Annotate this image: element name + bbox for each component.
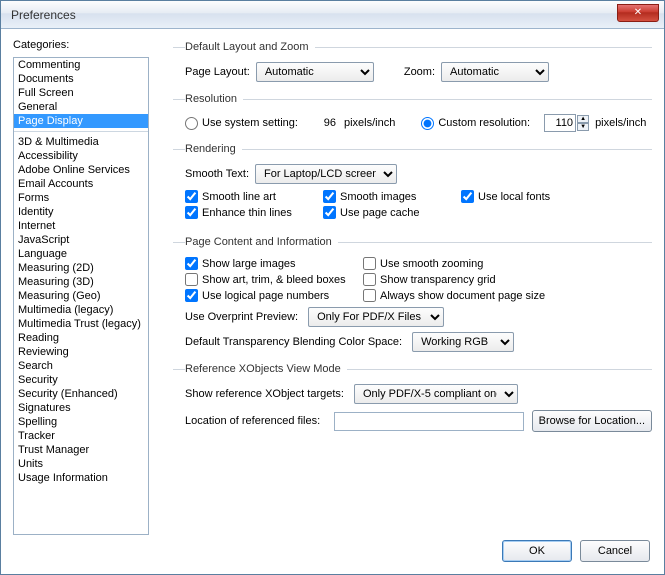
category-item[interactable]: Language — [14, 247, 148, 261]
category-item[interactable]: Multimedia Trust (legacy) — [14, 317, 148, 331]
category-item[interactable]: Reviewing — [14, 345, 148, 359]
zoom-select[interactable]: Automatic — [441, 62, 549, 82]
group-rendering-legend: Rendering — [185, 143, 242, 155]
custom-resolution-input[interactable] — [544, 114, 576, 132]
category-item[interactable]: General — [14, 100, 148, 114]
category-item[interactable]: Page Display — [14, 114, 148, 128]
smooth-text-label: Smooth Text: — [185, 168, 249, 180]
custom-resolution-stepper[interactable]: ▲▼ — [577, 115, 589, 131]
use-logical-page-numbers-checkbox[interactable]: Use logical page numbers — [185, 289, 345, 302]
category-item[interactable]: Security (Enhanced) — [14, 387, 148, 401]
categories-label: Categories: — [13, 39, 149, 51]
category-item[interactable]: Signatures — [14, 401, 148, 415]
category-item[interactable]: Documents — [14, 72, 148, 86]
category-item[interactable]: Measuring (3D) — [14, 275, 148, 289]
smooth-text-select[interactable]: For Laptop/LCD screens — [255, 164, 397, 184]
category-item[interactable]: Reading — [14, 331, 148, 345]
category-item[interactable]: Trust Manager — [14, 443, 148, 457]
category-item[interactable]: Spelling — [14, 415, 148, 429]
category-item[interactable]: Forms — [14, 191, 148, 205]
category-item[interactable]: Measuring (Geo) — [14, 289, 148, 303]
category-item[interactable]: Multimedia (legacy) — [14, 303, 148, 317]
category-item[interactable]: Full Screen — [14, 86, 148, 100]
page-layout-select[interactable]: Automatic — [256, 62, 374, 82]
category-item[interactable]: Commenting — [14, 58, 148, 72]
system-dpi-unit: pixels/inch — [344, 117, 395, 129]
group-resolution: Resolution Use system setting: 96 pixels… — [173, 93, 652, 135]
categories-listbox[interactable]: CommentingDocumentsFull ScreenGeneralPag… — [13, 57, 149, 535]
category-item[interactable]: Measuring (2D) — [14, 261, 148, 275]
category-item[interactable]: Tracker — [14, 429, 148, 443]
category-item[interactable]: Email Accounts — [14, 177, 148, 191]
ref-location-input[interactable] — [334, 412, 523, 431]
blend-space-select[interactable]: Working RGB — [412, 332, 514, 352]
category-item[interactable]: Units — [14, 457, 148, 471]
use-page-cache-checkbox[interactable]: Use page cache — [323, 206, 420, 219]
group-ref-xobjects: Reference XObjects View Mode Show refere… — [173, 363, 652, 435]
overprint-preview-label: Use Overprint Preview: — [185, 311, 298, 323]
show-ref-xobject-label: Show reference XObject targets: — [185, 388, 344, 400]
browse-location-button[interactable]: Browse for Location... — [532, 410, 652, 432]
page-layout-label: Page Layout: — [185, 66, 250, 78]
category-item[interactable]: Security — [14, 373, 148, 387]
enhance-thin-lines-checkbox[interactable]: Enhance thin lines — [185, 206, 305, 219]
category-item[interactable]: Internet — [14, 219, 148, 233]
zoom-label: Zoom: — [404, 66, 435, 78]
category-item[interactable]: Search — [14, 359, 148, 373]
use-system-setting-radio[interactable]: Use system setting: — [185, 117, 298, 130]
overprint-preview-select[interactable]: Only For PDF/X Files — [308, 307, 444, 327]
close-button[interactable]: ✕ — [617, 4, 659, 22]
group-layout-zoom-legend: Default Layout and Zoom — [185, 41, 315, 53]
cancel-button[interactable]: Cancel — [580, 540, 650, 562]
ref-location-label: Location of referenced files: — [185, 415, 320, 427]
show-ref-xobject-select[interactable]: Only PDF/X-5 compliant ones — [354, 384, 518, 404]
category-item[interactable]: Identity — [14, 205, 148, 219]
category-item[interactable]: 3D & Multimedia — [14, 135, 148, 149]
group-rendering: Rendering Smooth Text: For Laptop/LCD sc… — [173, 143, 652, 222]
group-ref-xobjects-legend: Reference XObjects View Mode — [185, 363, 347, 375]
category-item[interactable]: JavaScript — [14, 233, 148, 247]
category-item[interactable]: Usage Information — [14, 471, 148, 485]
custom-resolution-radio[interactable]: Custom resolution: — [421, 117, 530, 130]
show-large-images-checkbox[interactable]: Show large images — [185, 257, 345, 270]
always-show-doc-size-checkbox[interactable]: Always show document page size — [363, 289, 545, 302]
ok-button[interactable]: OK — [502, 540, 572, 562]
use-smooth-zooming-checkbox[interactable]: Use smooth zooming — [363, 257, 483, 270]
blend-space-label: Default Transparency Blending Color Spac… — [185, 336, 402, 348]
show-art-trim-bleed-checkbox[interactable]: Show art, trim, & bleed boxes — [185, 273, 345, 286]
group-page-content: Page Content and Information Show large … — [173, 236, 652, 355]
use-local-fonts-checkbox[interactable]: Use local fonts — [461, 190, 550, 203]
show-transparency-grid-checkbox[interactable]: Show transparency grid — [363, 273, 496, 286]
group-layout-zoom: Default Layout and Zoom Page Layout: Aut… — [173, 41, 652, 85]
smooth-line-art-checkbox[interactable]: Smooth line art — [185, 190, 305, 203]
category-item[interactable]: Adobe Online Services — [14, 163, 148, 177]
category-item[interactable]: Accessibility — [14, 149, 148, 163]
system-dpi-value: 96 — [312, 117, 336, 129]
title-bar: Preferences ✕ — [1, 1, 664, 29]
window-title: Preferences — [11, 8, 76, 22]
group-page-content-legend: Page Content and Information — [185, 236, 338, 248]
smooth-images-checkbox[interactable]: Smooth images — [323, 190, 443, 203]
group-resolution-legend: Resolution — [185, 93, 243, 105]
custom-dpi-unit: pixels/inch — [595, 117, 646, 129]
